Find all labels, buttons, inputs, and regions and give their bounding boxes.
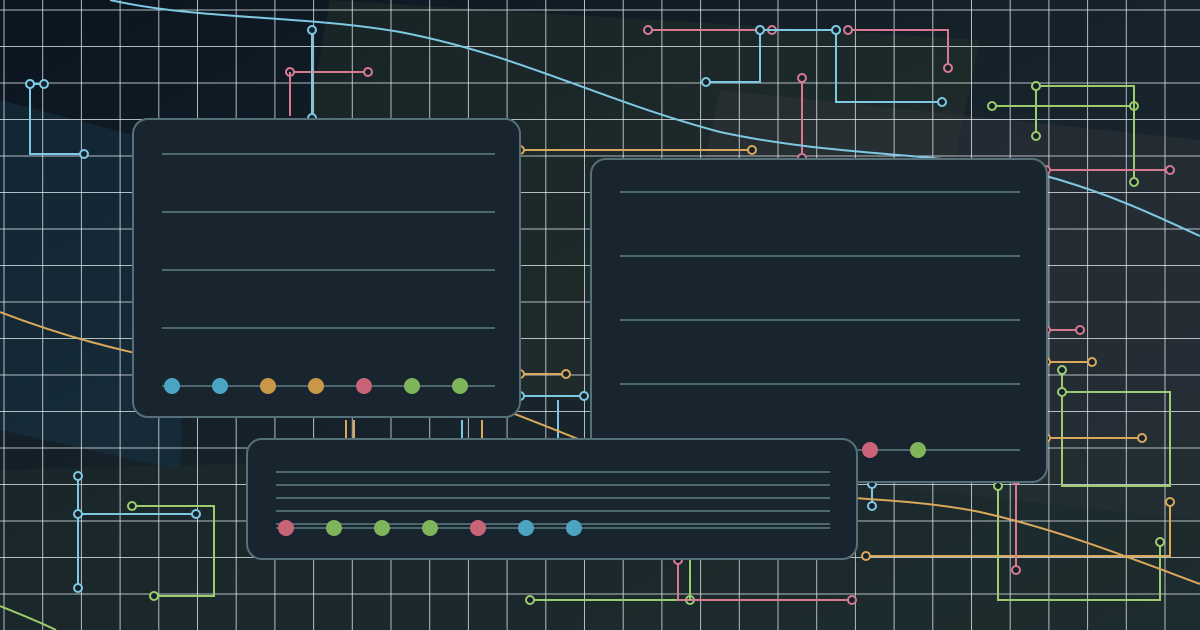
panel-dot [910,442,926,458]
circuit-node [39,79,49,89]
circuit-node [1137,433,1147,443]
circuit-node [307,25,317,35]
circuit-node [867,501,877,511]
circuit-node [755,25,765,35]
circuit-node [73,471,83,481]
circuit-node [525,595,535,605]
card-right [590,158,1048,483]
circuit-node [149,591,159,601]
panel-dot [862,442,878,458]
circuit-node [643,25,653,35]
circuit-node [747,145,757,155]
panel-dot [404,378,420,394]
circuit-node [847,595,857,605]
circuit-node [191,509,201,519]
circuit-node [127,501,137,511]
circuit-node [987,101,997,111]
panel-dot [470,520,486,536]
circuit-node [701,77,711,87]
circuit-node [937,97,947,107]
panel-dot [326,520,342,536]
circuit-node [363,67,373,77]
panel-dot [452,378,468,394]
panel-dot [308,378,324,394]
circuit-node [579,391,589,401]
panel-dot [260,378,276,394]
circuit-node [1075,325,1085,335]
card-right-content [620,191,1020,458]
panel-dot [566,520,582,536]
panel-dot [356,378,372,394]
circuit-node [831,25,841,35]
abstract-network-canvas [0,0,1200,630]
circuit-node [1165,165,1175,175]
circuit-node [861,551,871,561]
panel-dot [374,520,390,536]
circuit-node [1011,565,1021,575]
panel-dot [212,378,228,394]
circuit-node [561,369,571,379]
circuit-node [797,73,807,83]
panel-dot [164,378,180,394]
circuit-node [843,25,853,35]
card-bottom [246,438,858,560]
circuit-node [73,509,83,519]
card-top-left-content [162,153,495,394]
circuit-node [1165,497,1175,507]
circuit-node [1129,177,1139,187]
circuit-node [1031,131,1041,141]
panel-dot [278,520,294,536]
circuit-node [79,149,89,159]
card-top-left [132,118,521,418]
circuit-node [1087,357,1097,367]
circuit-node [1057,365,1067,375]
panel-dot [518,520,534,536]
panel-dot [422,520,438,536]
card-bottom-content [276,471,830,536]
circuit-node [1155,537,1165,547]
circuit-node [943,63,953,73]
circuit-node [25,79,35,89]
circuit-node [1057,387,1067,397]
circuit-node [1031,81,1041,91]
circuit-node [73,583,83,593]
